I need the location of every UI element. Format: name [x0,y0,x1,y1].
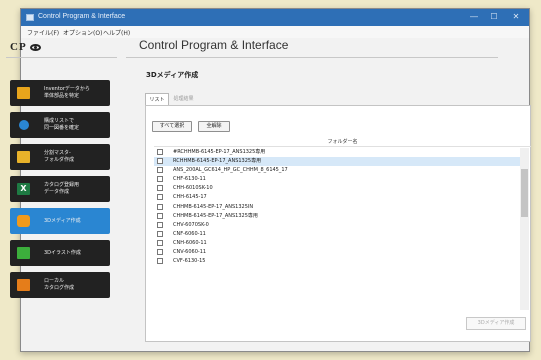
app-icon [26,14,34,21]
row-checkbox[interactable] [157,249,163,256]
menu-file[interactable]: ファイル(F) [27,28,59,37]
catalog-icon [17,279,30,291]
folder-icon [17,151,30,163]
list-item[interactable]: CNV-6060-11 [154,248,529,257]
row-checkbox[interactable] [157,158,163,165]
sidebar-item-label: Inventorデータから 単体部品を特定 [44,86,90,99]
list-item[interactable]: #RCHHMB-6145-EP-17_ANS1325専用 [154,148,529,157]
folder-list: #RCHHMB-6145-EP-17_ANS1325専用 RCHHMB-6145… [154,148,529,266]
row-checkbox[interactable] [157,149,163,155]
section-title: 3Dメディア作成 [146,71,199,79]
menu-options[interactable]: オプション(O) [63,28,102,37]
sidebar-item-label: 3Dイラスト作成 [44,250,81,256]
row-checkbox[interactable] [157,212,163,219]
page-title: Control Program & Interface [139,38,289,52]
list-item[interactable]: CHH-6010SK-10 [154,184,529,193]
sidebar-item-label: 購成リストで 同一図番を確定 [44,118,80,131]
list-item[interactable]: CHHMB-6145-EP-17_ANS1325IN [154,203,529,212]
create-3d-media-button[interactable]: 3Dメディア作成 [466,317,526,330]
sidebar-item-label: カタログ登録用 データ作成 [44,182,80,195]
sidebar-item-label: ローカル カタログ作成 [44,278,75,291]
title-bar[interactable]: Control Program & Interface — ☐ ✕ [21,9,529,26]
list-item[interactable]: CHV-6070SK-0 [154,221,529,230]
circle-list-icon [19,120,29,130]
cp-logo: CP [10,41,41,53]
sidebar-item-parts-list[interactable]: 購成リストで 同一図番を確定 [10,112,110,138]
3d-media-icon [17,215,30,227]
list-item[interactable]: CNH-6060-11 [154,239,529,248]
list-item[interactable]: ANS_200AL_GC614_HP_GC_CHHM_8_6145_17 [154,166,529,175]
sidebar-item-local-catalog[interactable]: ローカル カタログ作成 [10,272,110,298]
row-checkbox[interactable] [157,167,163,174]
row-checkbox[interactable] [157,221,163,228]
folder-name-column-header[interactable]: フォルダー名 [154,138,531,147]
row-label: CNV-6060-11 [173,249,207,256]
row-label: ANS_200AL_GC614_HP_GC_CHHM_8_6145_17 [173,167,288,174]
row-label: CHHMB-6145-EP-17_ANS1325IN [173,203,254,210]
row-label: RCHHMB-6145-EP-17_ANS1325専用 [173,158,262,165]
menu-bar: ファイル(F) オプション(O) ヘルプ(H) [21,26,529,38]
row-checkbox[interactable] [157,185,163,192]
row-label: CVF-6130-15 [173,258,206,265]
sidebar-item-3d-illustration[interactable]: 3Dイラスト作成 [10,240,110,266]
header-divider [126,57,498,58]
row-label: #RCHHMB-6145-EP-17_ANS1325専用 [173,149,266,155]
row-label: CHH-6145-17 [173,194,207,201]
select-all-button[interactable]: すべて選択 [152,121,192,132]
menu-help[interactable]: ヘルプ(H) [103,28,130,37]
list-item[interactable]: CHH-6145-17 [154,193,529,202]
row-label: CHF-6130-11 [173,176,206,183]
sidebar-item-folder-master[interactable]: 分割マスタ- フォルダ作成 [10,144,110,170]
row-label: CHH-6010SK-10 [173,185,213,192]
row-checkbox[interactable] [157,239,163,246]
sidebar-item-3d-media[interactable]: 3Dメディア作成 [10,208,110,234]
list-item[interactable]: CNF-6060-11 [154,230,529,239]
row-checkbox[interactable] [157,194,163,201]
row-checkbox[interactable] [157,230,163,237]
sidebar-item-label: 3Dメディア作成 [44,218,81,224]
row-label: CHHMB-6145-EP-17_ANS1325専用 [173,212,258,219]
row-checkbox[interactable] [157,258,163,265]
tab-results[interactable]: 処理結果 [171,93,196,105]
minimize-button[interactable]: — [467,11,481,23]
scrollbar-thumb[interactable] [521,169,528,217]
list-item[interactable]: RCHHMB-6145-EP-17_ANS1325専用 [154,157,529,167]
row-label: CNH-6060-11 [173,239,207,246]
illustration-icon [17,247,30,259]
list-item[interactable]: CHHMB-6145-EP-17_ANS1325専用 [154,212,529,221]
logo-eye-icon [29,44,41,51]
close-button[interactable]: ✕ [509,11,523,23]
deselect-all-button[interactable]: 全解除 [198,121,230,132]
sidebar-item-label: 分割マスタ- フォルダ作成 [44,150,75,163]
list-item[interactable]: CHF-6130-11 [154,175,529,184]
inventor-icon [17,87,30,99]
maximize-button[interactable]: ☐ [487,11,501,23]
row-label: CHV-6070SK-0 [173,221,209,228]
row-label: CNF-6060-11 [173,230,206,237]
row-checkbox[interactable] [157,203,163,210]
sidebar-divider [6,57,117,58]
window-title: Control Program & Interface [38,13,126,20]
row-checkbox[interactable] [157,176,163,183]
sidebar-item-inventor[interactable]: Inventorデータから 単体部品を特定 [10,80,110,106]
sidebar-item-catalog-data[interactable]: X カタログ登録用 データ作成 [10,176,110,202]
list-item[interactable]: CVF-6130-15 [154,257,529,266]
logo-text: CP [10,41,27,53]
tab-list[interactable]: リスト [145,93,169,105]
excel-icon: X [17,183,30,195]
